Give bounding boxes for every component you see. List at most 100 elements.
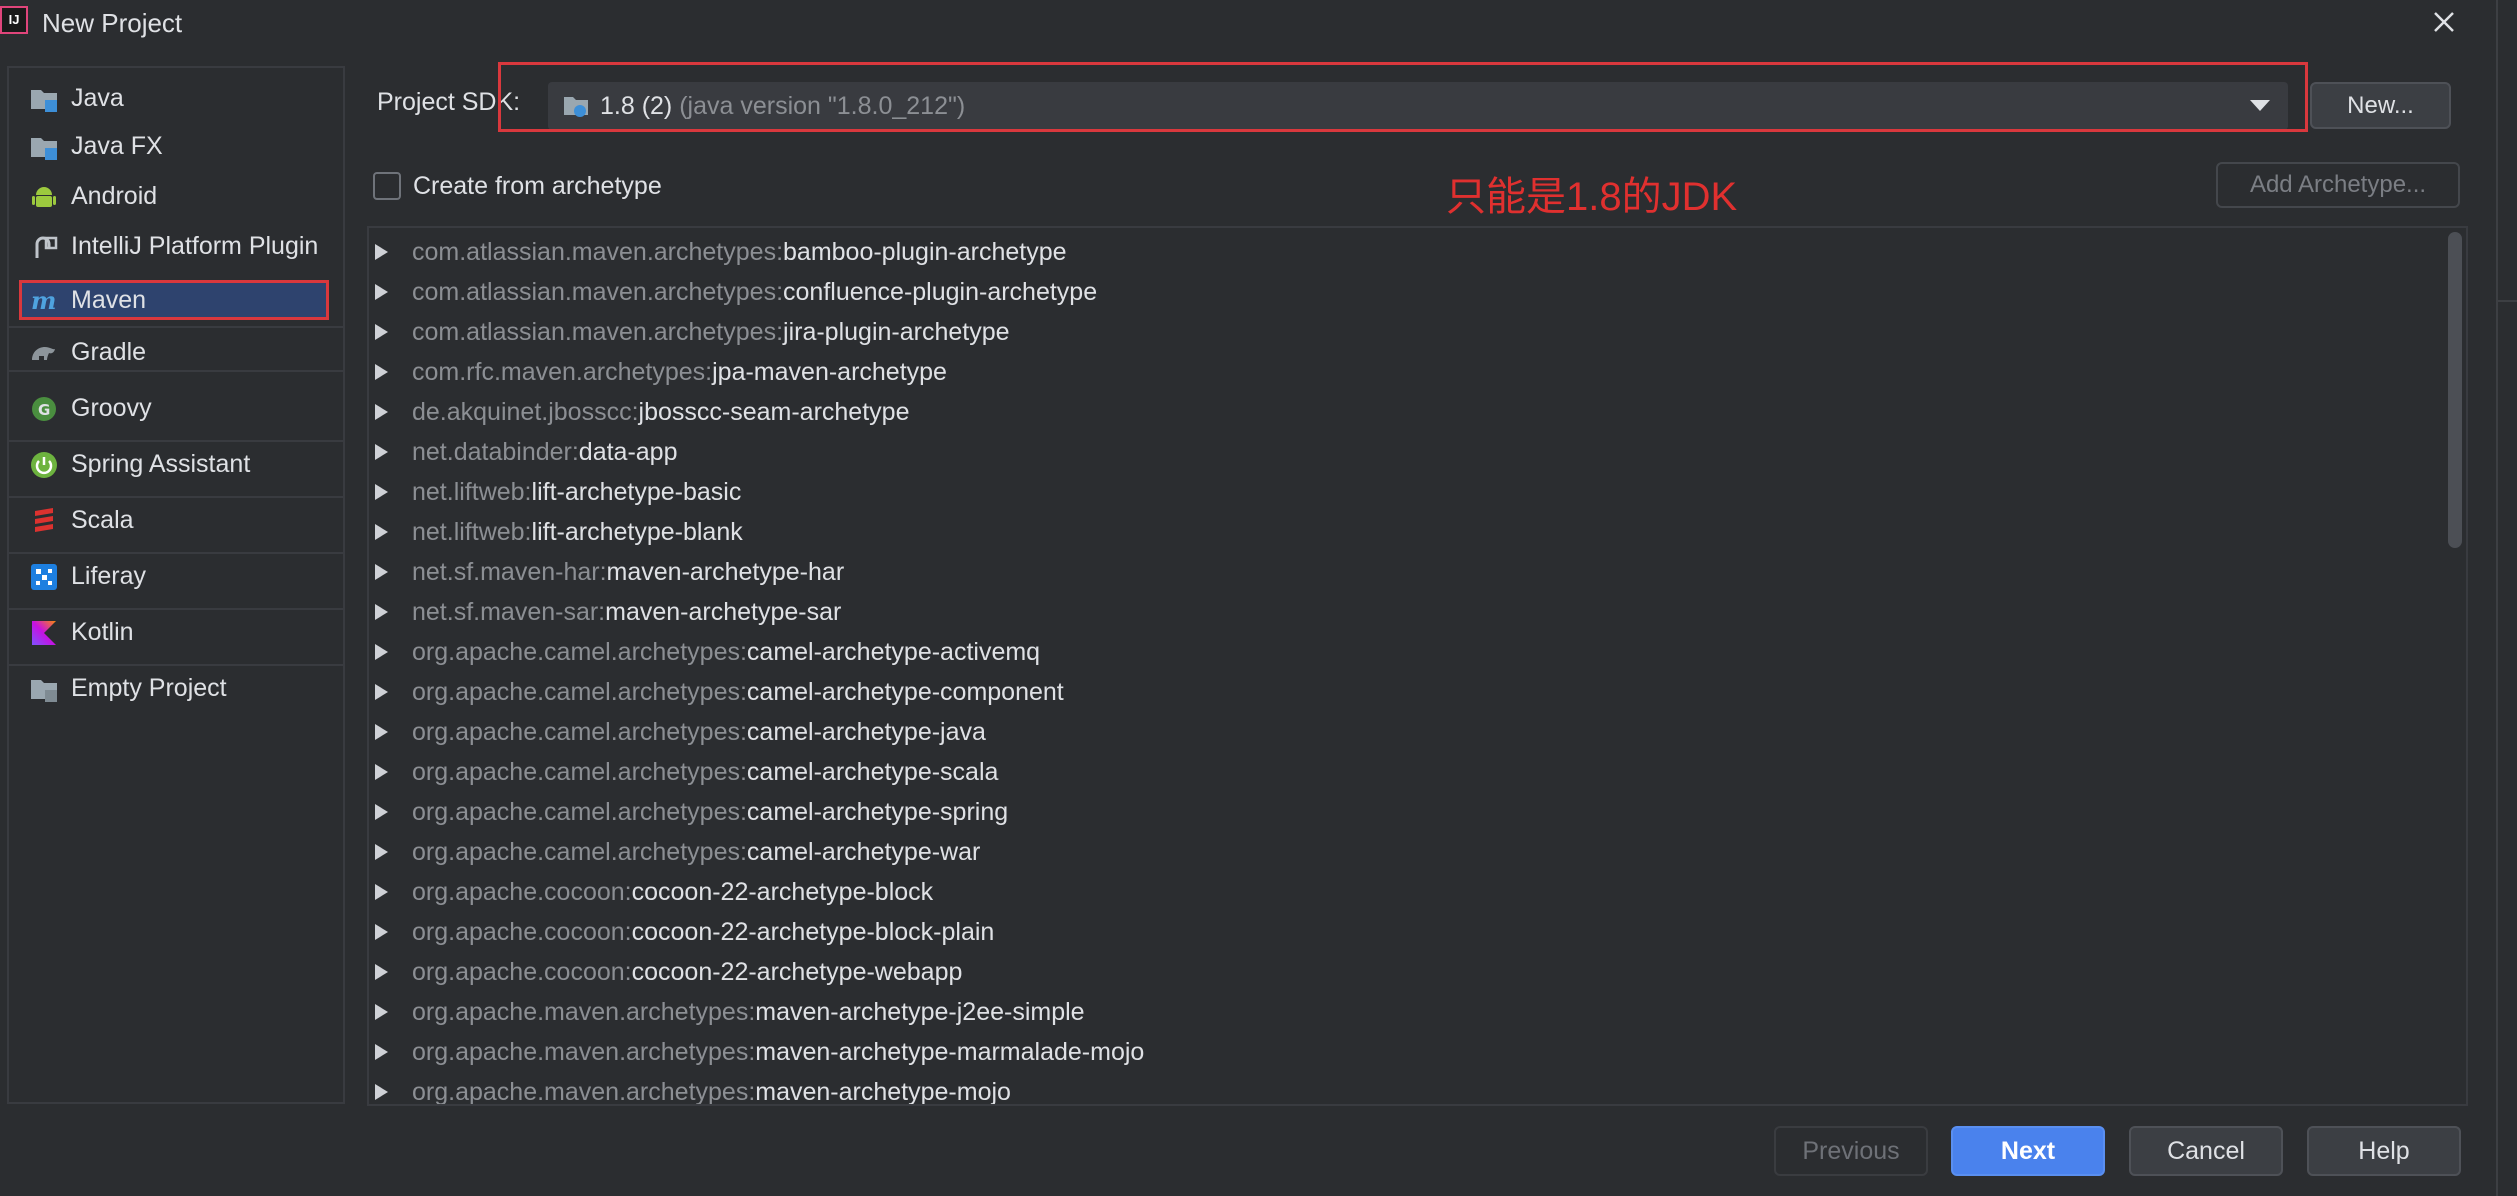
list-item[interactable]: com.atlassian.maven.archetypes:confluenc… xyxy=(369,272,2449,312)
list-item[interactable]: net.liftweb:lift-archetype-basic xyxy=(369,472,2449,512)
cancel-button[interactable]: Cancel xyxy=(2129,1126,2283,1176)
list-item[interactable]: org.apache.camel.archetypes:camel-archet… xyxy=(369,832,2449,872)
sidebar-item-javafx[interactable]: Java FX xyxy=(9,120,343,172)
sidebar-item-liferay[interactable]: Liferay xyxy=(9,550,343,602)
expand-arrow-icon[interactable] xyxy=(375,564,388,580)
archetype-name: org.apache.maven.archetypes:maven-archet… xyxy=(412,996,1085,1028)
list-item[interactable]: org.apache.maven.archetypes:maven-archet… xyxy=(369,1032,2449,1072)
list-item[interactable]: net.sf.maven-har:maven-archetype-har xyxy=(369,552,2449,592)
sidebar-item-label: Liferay xyxy=(71,562,147,590)
expand-arrow-icon[interactable] xyxy=(375,644,388,660)
archetype-name: org.apache.cocoon:cocoon-22-archetype-bl… xyxy=(412,916,994,948)
archetype-artifact: jpa-maven-archetype xyxy=(712,358,947,386)
create-from-archetype-checkbox[interactable] xyxy=(373,172,401,200)
archetype-list[interactable]: com.atlassian.maven.archetypes:bamboo-pl… xyxy=(367,226,2468,1106)
previous-button[interactable]: Previous xyxy=(1774,1126,1928,1176)
archetype-artifact: lift-archetype-blank xyxy=(531,518,743,546)
sidebar-item-java[interactable]: Java xyxy=(9,72,343,124)
archetype-artifact: jira-plugin-archetype xyxy=(783,318,1010,346)
expand-arrow-icon[interactable] xyxy=(375,524,388,540)
archetype-name: org.apache.cocoon:cocoon-22-archetype-bl… xyxy=(412,876,933,908)
archetype-name: com.atlassian.maven.archetypes:confluenc… xyxy=(412,276,1097,308)
archetype-name: net.sf.maven-har:maven-archetype-har xyxy=(412,556,844,588)
sidebar-item-empty-project[interactable]: Empty Project xyxy=(9,662,343,714)
expand-arrow-icon[interactable] xyxy=(375,1004,388,1020)
expand-arrow-icon[interactable] xyxy=(375,724,388,740)
expand-arrow-icon[interactable] xyxy=(375,404,388,420)
sidebar-item-label: Gradle xyxy=(71,338,147,366)
list-item[interactable]: org.apache.maven.archetypes:maven-archet… xyxy=(369,992,2449,1032)
list-item[interactable]: org.apache.camel.archetypes:camel-archet… xyxy=(369,712,2449,752)
list-item[interactable]: com.atlassian.maven.archetypes:jira-plug… xyxy=(369,312,2449,352)
new-sdk-button[interactable]: New... xyxy=(2310,82,2451,129)
sidebar-item-android[interactable]: Android xyxy=(9,170,343,222)
sidebar-item-intellij-platform-plugin[interactable]: IntelliJ Platform Plugin xyxy=(9,220,343,272)
expand-arrow-icon[interactable] xyxy=(375,244,388,260)
sidebar-item-scala[interactable]: Scala xyxy=(9,494,343,546)
list-item[interactable]: net.sf.maven-sar:maven-archetype-sar xyxy=(369,592,2449,632)
expand-arrow-icon[interactable] xyxy=(375,604,388,620)
sidebar-item-label: Maven xyxy=(71,286,147,314)
list-item[interactable]: com.rfc.maven.archetypes:jpa-maven-arche… xyxy=(369,352,2449,392)
sidebar-item-label: Spring Assistant xyxy=(71,450,251,478)
expand-arrow-icon[interactable] xyxy=(375,924,388,940)
sidebar-item-label: Scala xyxy=(71,506,134,534)
archetype-name: org.apache.cocoon:cocoon-22-archetype-we… xyxy=(412,956,962,988)
archetype-group: org.apache.maven.archetypes: xyxy=(412,998,756,1026)
sidebar-item-groovy[interactable]: G Groovy xyxy=(9,382,343,434)
expand-arrow-icon[interactable] xyxy=(375,364,388,380)
list-scrollbar[interactable] xyxy=(2448,232,2462,548)
archetype-artifact: confluence-plugin-archetype xyxy=(783,278,1098,306)
svg-text:G: G xyxy=(38,401,50,419)
add-archetype-button[interactable]: Add Archetype... xyxy=(2216,162,2460,208)
expand-arrow-icon[interactable] xyxy=(375,764,388,780)
list-item[interactable]: org.apache.camel.archetypes:camel-archet… xyxy=(369,632,2449,672)
list-item[interactable]: org.apache.maven.archetypes:maven-archet… xyxy=(369,1072,2449,1104)
folder-empty-icon xyxy=(31,680,57,702)
help-button[interactable]: Help xyxy=(2307,1126,2461,1176)
expand-arrow-icon[interactable] xyxy=(375,1084,388,1100)
sidebar-item-label: Java FX xyxy=(71,132,163,160)
expand-arrow-icon[interactable] xyxy=(375,284,388,300)
list-item[interactable]: org.apache.cocoon:cocoon-22-archetype-we… xyxy=(369,952,2449,992)
expand-arrow-icon[interactable] xyxy=(375,804,388,820)
list-item[interactable]: org.apache.camel.archetypes:camel-archet… xyxy=(369,672,2449,712)
list-item[interactable]: com.atlassian.maven.archetypes:bamboo-pl… xyxy=(369,232,2449,272)
list-item[interactable]: org.apache.camel.archetypes:camel-archet… xyxy=(369,792,2449,832)
archetype-artifact: camel-archetype-java xyxy=(746,718,986,746)
list-item[interactable]: net.databinder:data-app xyxy=(369,432,2449,472)
archetype-artifact: cocoon-22-archetype-webapp xyxy=(631,958,963,986)
close-icon[interactable] xyxy=(2424,2,2464,42)
expand-arrow-icon[interactable] xyxy=(375,324,388,340)
expand-arrow-icon[interactable] xyxy=(375,964,388,980)
sidebar-item-maven[interactable]: m Maven xyxy=(9,274,343,326)
expand-arrow-icon[interactable] xyxy=(375,844,388,860)
archetype-artifact: lift-archetype-basic xyxy=(531,478,742,506)
expand-arrow-icon[interactable] xyxy=(375,1044,388,1060)
create-from-archetype-label[interactable]: Create from archetype xyxy=(413,170,662,202)
archetype-group: net.databinder: xyxy=(412,438,579,466)
archetype-name: com.rfc.maven.archetypes:jpa-maven-arche… xyxy=(412,356,947,388)
archetype-name: net.liftweb:lift-archetype-blank xyxy=(412,516,743,548)
sidebar-item-label: Groovy xyxy=(71,394,152,422)
archetype-name: org.apache.camel.archetypes:camel-archet… xyxy=(412,836,980,868)
list-item[interactable]: de.akquinet.jbosscc:jbosscc-seam-archety… xyxy=(369,392,2449,432)
maven-icon: m xyxy=(31,286,56,315)
archetype-artifact: camel-archetype-scala xyxy=(746,758,999,786)
list-item[interactable]: org.apache.cocoon:cocoon-22-archetype-bl… xyxy=(369,872,2449,912)
list-item[interactable]: org.apache.camel.archetypes:camel-archet… xyxy=(369,752,2449,792)
list-item[interactable]: net.liftweb:lift-archetype-blank xyxy=(369,512,2449,552)
archetype-artifact: cocoon-22-archetype-block xyxy=(631,878,934,906)
archetype-group: com.atlassian.maven.archetypes: xyxy=(412,278,784,306)
archetype-group: org.apache.camel.archetypes: xyxy=(412,678,747,706)
expand-arrow-icon[interactable] xyxy=(375,884,388,900)
archetype-group: org.apache.camel.archetypes: xyxy=(412,638,747,666)
sidebar-item-spring-assistant[interactable]: Spring Assistant xyxy=(9,438,343,490)
sidebar-item-kotlin[interactable]: Kotlin xyxy=(9,606,343,658)
expand-arrow-icon[interactable] xyxy=(375,444,388,460)
expand-arrow-icon[interactable] xyxy=(375,684,388,700)
expand-arrow-icon[interactable] xyxy=(375,484,388,500)
list-item[interactable]: org.apache.cocoon:cocoon-22-archetype-bl… xyxy=(369,912,2449,952)
next-button[interactable]: Next xyxy=(1951,1126,2105,1176)
archetype-name: org.apache.camel.archetypes:camel-archet… xyxy=(412,796,1008,828)
